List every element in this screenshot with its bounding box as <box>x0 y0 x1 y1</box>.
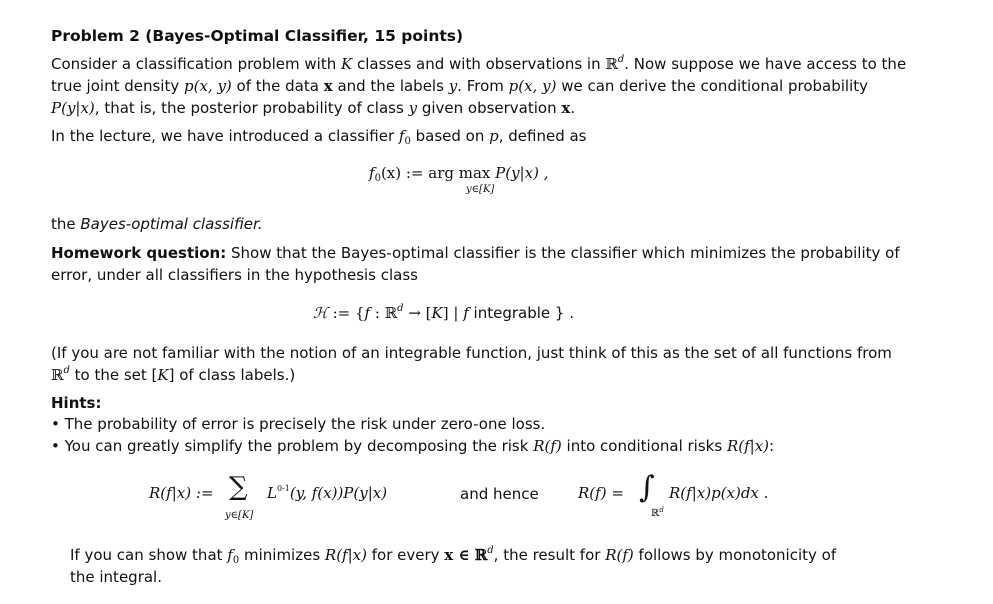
math-conditional-risk: R(f|x) <box>324 546 367 564</box>
text: we can derive the conditional probabilit… <box>556 77 869 95</box>
homework-line-1: Homework question: Show that the Bayes-o… <box>51 243 900 263</box>
math-risk: R(f) = <box>578 484 624 502</box>
text: , that is, the posterior probability of … <box>94 99 409 117</box>
text: given observation <box>417 99 562 117</box>
conclusion-line-1: If you can show that f0 minimizes R(f|x)… <box>70 545 837 566</box>
text: based on <box>410 127 490 145</box>
text: If you can show that <box>70 546 228 564</box>
math-conditional-risk: R(f|x) := <box>149 484 214 502</box>
math-reals: ℝ <box>51 366 64 384</box>
text: You can greatly simplify the problem by … <box>64 437 534 455</box>
text: . From <box>457 77 509 95</box>
math-d: d <box>659 506 664 514</box>
math-y: y <box>448 77 458 95</box>
hints-heading: Hints: <box>51 394 102 412</box>
math-x: x <box>323 77 333 95</box>
integral-subscript: ℝd <box>651 506 664 520</box>
bayes-line: the Bayes-optimal classifier. <box>51 214 263 234</box>
text: , defined as <box>498 127 587 145</box>
math-text: → [ <box>403 304 432 322</box>
text: minimizes <box>239 546 325 564</box>
text: follows by monotonicity of <box>633 546 837 564</box>
integral-symbol: ∫ <box>639 470 655 505</box>
text: of the data <box>231 77 324 95</box>
sum-subscript: y∈[K] <box>225 510 254 521</box>
math-text: ] | <box>442 304 464 322</box>
text: , the result for <box>493 546 606 564</box>
math-K: K <box>157 366 169 384</box>
text: and the labels <box>332 77 449 95</box>
intro-line-3: P(y|x), that is, the posterior probabili… <box>51 98 575 118</box>
and-hence-text: and hence <box>460 485 539 503</box>
text: In the lecture, we have introduced a cla… <box>51 127 399 145</box>
math-sup: 0-1 <box>276 484 290 493</box>
text: the <box>51 215 81 233</box>
homework-line-2: error, under all classifiers in the hypo… <box>51 266 419 284</box>
math-reals: ℝ <box>605 55 618 73</box>
math-text: integrable } . <box>468 304 574 322</box>
math-x-in-reals: x ∈ ℝ <box>444 546 488 564</box>
conclusion-line-2: the integral. <box>70 568 162 586</box>
math-x: x <box>561 99 571 117</box>
lecture-line: In the lecture, we have introduced a cla… <box>51 126 587 147</box>
text: Show that the Bayes-optimal classifier i… <box>226 244 900 262</box>
math-text: : ℝ <box>370 304 398 322</box>
text: : <box>769 437 775 455</box>
text: . Now suppose we have access to the <box>624 55 907 73</box>
equation-hypothesis-class: ℋ := {f : ℝd → [K] | f integrable } . <box>313 304 574 323</box>
math-text: := { <box>327 304 365 322</box>
hint-item-2: • You can greatly simplify the problem b… <box>51 436 774 456</box>
math-K: K <box>341 55 353 73</box>
text: for every <box>366 546 445 564</box>
note-line-2: ℝd to the set [K] of class labels.) <box>51 365 295 385</box>
text: ] of class labels.) <box>168 366 296 384</box>
math-text: R(f|x)p(x)dx . <box>669 484 769 502</box>
math-posterior: P(y|x) , <box>495 164 549 182</box>
sum-symbol: ∑ <box>229 472 248 502</box>
emph-text: Bayes-optimal classifier. <box>80 215 263 233</box>
text: into conditional risks <box>561 437 727 455</box>
math-risk: R(f) <box>533 437 562 455</box>
text: . <box>570 99 576 117</box>
argmax-subscript: y∈[K] <box>466 184 495 195</box>
hint-item-1: • The probability of error is precisely … <box>51 414 545 434</box>
math-L: L <box>267 484 277 502</box>
note-line-1: (If you are not familiar with the notion… <box>51 344 892 362</box>
math-p: p <box>489 127 499 145</box>
homework-label: Homework question: <box>51 244 227 262</box>
intro-line-1: Consider a classification problem with K… <box>51 54 906 74</box>
math-pxy: p(x, y) <box>184 77 232 95</box>
math-H: ℋ <box>313 304 328 322</box>
math-pxy: p(x, y) <box>508 77 557 95</box>
text: The probability of error is precisely th… <box>64 415 546 433</box>
math-conditional-risk: R(f|x) <box>726 437 770 455</box>
math-risk: R(f) <box>605 546 634 564</box>
math-posterior: P(y|x) <box>51 99 95 117</box>
bullet-icon: • <box>51 437 60 455</box>
text: classes and with observations in <box>352 55 606 73</box>
intro-line-2: true joint density p(x, y) of the data x… <box>51 76 868 96</box>
math-text: (x) := arg max <box>380 164 496 182</box>
problem-title: Problem 2 (Bayes-Optimal Classifier, 15 … <box>51 27 464 45</box>
math-text: (y, f(x))P(y|x) <box>289 484 388 502</box>
text: true joint density <box>51 77 184 95</box>
bullet-icon: • <box>51 415 60 433</box>
text: to the set [ <box>69 366 158 384</box>
math-y: y <box>408 99 418 117</box>
text: Consider a classification problem with <box>51 55 342 73</box>
math-K: K <box>431 304 443 322</box>
